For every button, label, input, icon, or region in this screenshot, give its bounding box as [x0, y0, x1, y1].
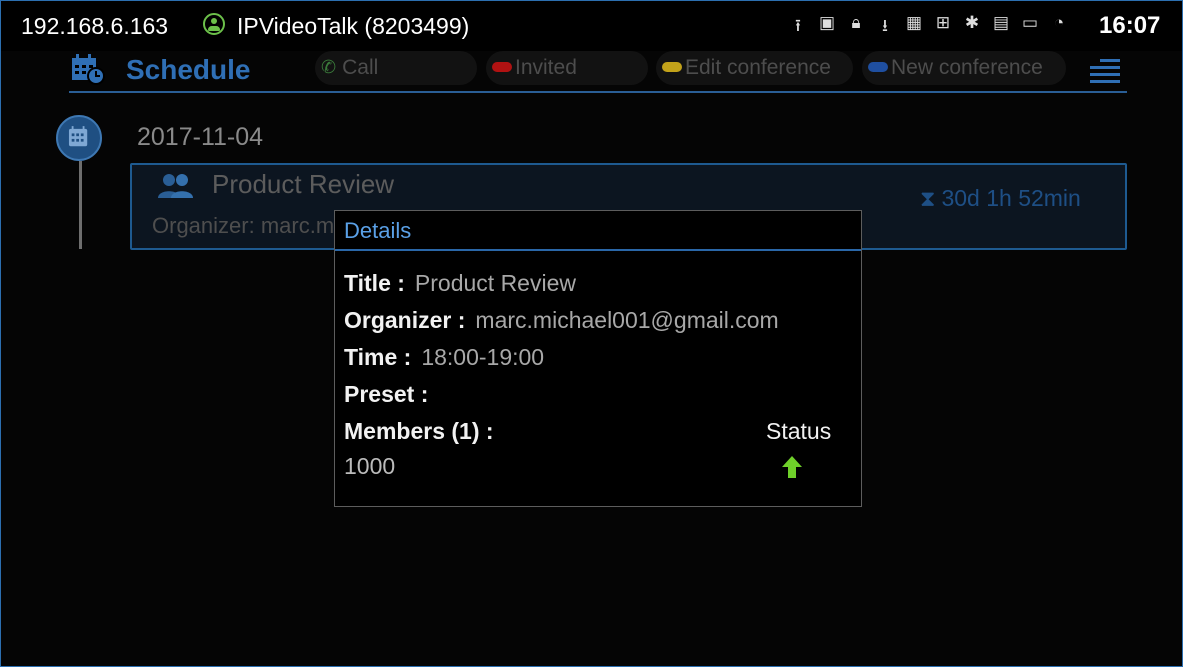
time-label: Time : [344, 344, 412, 370]
details-dialog: Details Title : Product Review Organizer … [334, 210, 862, 507]
yellow-dot-icon [662, 61, 682, 72]
wifi-off-icon: ◔ [1053, 13, 1065, 32]
title-row: Title : Product Review [344, 270, 576, 297]
schedule-date: 2017-11-04 [137, 123, 264, 151]
new-conference-button[interactable]: New conference [862, 51, 1066, 85]
group-icon [158, 174, 193, 198]
page-title: Schedule [126, 54, 251, 85]
time-value: 18:00-19:00 [421, 344, 545, 370]
member-number: 1000 [344, 453, 396, 479]
clock: 16:07 [1099, 12, 1161, 39]
network-icon: ⊞ [935, 13, 951, 32]
hourglass-icon: ⧗ [920, 186, 936, 211]
menu-icon[interactable] [1090, 59, 1120, 83]
call-button[interactable]: ✆ Call [315, 51, 477, 85]
phone-icon: ✆ [321, 56, 337, 77]
status-label: Status [766, 418, 832, 444]
bluetooth-icon: ✱ [964, 13, 980, 32]
dialog-title: Details [344, 218, 412, 243]
status-icons: ⭱ ▣ 🔒︎ ⭳ ▦ ⊞ ✱ ▤ ▭ ◔ [789, 13, 1068, 42]
time-row: Time : 18:00-19:00 [344, 344, 544, 371]
ip-address: 192.168.6.163 [21, 13, 169, 39]
blue-dot-icon [868, 61, 888, 72]
screen: 192.168.6.163 IPVideoTalk (8203499) ⭱ ▣ … [0, 0, 1183, 667]
organizer-row: Organizer : marc.michael001@gmail.com [344, 307, 779, 334]
status-bar: 192.168.6.163 IPVideoTalk (8203499) ⭱ ▣ … [1, 1, 1182, 51]
edit-conference-button[interactable]: Edit conference [656, 51, 853, 85]
image-icon: ▣ [818, 13, 836, 32]
upload-icon: ⭱ [795, 16, 801, 35]
preset-label: Preset : [344, 381, 429, 407]
timeline-calendar-icon [56, 115, 102, 161]
invited-button[interactable]: Invited [486, 51, 648, 85]
timeline-line [79, 161, 82, 249]
schedule-header: Schedule ✆ Call Invited Edit conference N… [1, 51, 1182, 96]
download-icon: ⭳ [882, 16, 888, 35]
up-arrow-icon [782, 456, 802, 478]
lock-icon: 🔒︎ [851, 13, 861, 32]
display-icon: ▭ [1021, 13, 1039, 32]
dialog-divider [335, 249, 861, 251]
members-label: Members (1) : [344, 418, 494, 444]
header-divider [69, 91, 1127, 93]
sdcard-icon: ▤ [992, 13, 1010, 32]
conference-title: Product Review [212, 169, 395, 199]
account-name: IPVideoTalk (8203499) [237, 13, 470, 39]
title-label: Title : [344, 270, 405, 296]
organizer-label: Organizer : [344, 307, 466, 333]
title-value: Product Review [414, 270, 576, 296]
preset-row: Preset : [344, 381, 438, 408]
keyboard-icon: ▦ [905, 13, 923, 32]
red-dot-icon [492, 61, 512, 72]
account-icon [203, 13, 225, 35]
members-row: Members (1) : [344, 418, 504, 445]
conference-countdown: ⧗ 30d 1h 52min [920, 185, 1081, 211]
organizer-value: marc.michael001@gmail.com [475, 307, 779, 333]
calendar-clock-icon [72, 54, 105, 85]
